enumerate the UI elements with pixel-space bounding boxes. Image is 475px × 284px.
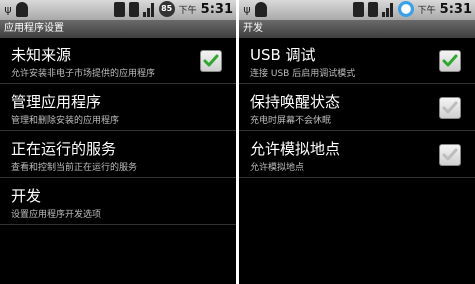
setting-title: 正在运行的服务	[11, 140, 117, 158]
setting-title: USB 调试	[250, 46, 316, 64]
status-ampm: 下午	[417, 5, 436, 16]
setting-stay-awake[interactable]: 保持唤醒状态 充电时屏幕不会休眠	[239, 85, 475, 131]
left-screen: ψ 85 下午 5:31 应用程序设置 未知来源 允许安装非电子市场提供的应用程…	[0, 0, 236, 284]
phone-icon	[367, 1, 378, 17]
battery-charging-icon	[397, 1, 414, 17]
status-bar: ψ 85 下午 5:31	[0, 0, 236, 20]
phone-icon	[128, 1, 139, 17]
android-debug-icon	[16, 2, 28, 17]
mock-locations-checkbox[interactable]	[439, 144, 461, 166]
screen-title: 开发	[239, 20, 475, 38]
setting-running-services[interactable]: 正在运行的服务 查看和控制当前正在运行的服务	[0, 132, 236, 178]
setting-title: 开发	[11, 187, 42, 205]
right-screen: ψ 下午 5:31 开发 USB 调试 连接 USB 后启用调试模式 保持唤醒状…	[239, 0, 475, 284]
setting-mock-locations[interactable]: 允许模拟地点 允许模拟地点	[239, 132, 475, 178]
status-ampm: 下午	[178, 5, 197, 16]
setting-summary: 设置应用程序开发选项	[11, 210, 102, 220]
checkmark-icon	[442, 101, 458, 114]
status-time: 5:31	[439, 1, 472, 17]
unknown-sources-checkbox[interactable]	[200, 50, 222, 72]
stay-awake-checkbox[interactable]	[439, 97, 461, 119]
signal-icon	[381, 2, 394, 17]
battery-icon: 85	[158, 1, 175, 17]
setting-summary: 允许模拟地点	[250, 163, 305, 173]
status-time: 5:31	[200, 1, 233, 17]
setting-summary: 连接 USB 后启用调试模式	[250, 69, 356, 79]
checkmark-icon	[442, 148, 458, 161]
setting-summary: 管理和删除安装的应用程序	[11, 116, 120, 126]
setting-summary: 充电时屏幕不会休眠	[250, 116, 332, 126]
setting-manage-apps[interactable]: 管理应用程序 管理和删除安装的应用程序	[0, 85, 236, 131]
setting-title: 未知来源	[11, 46, 72, 64]
setting-title: 允许模拟地点	[250, 140, 341, 158]
usb-icon: ψ	[243, 3, 251, 16]
usb-icon: ψ	[4, 3, 12, 16]
screen-title: 应用程序设置	[0, 20, 236, 38]
status-bar: ψ 下午 5:31	[239, 0, 475, 20]
setting-title: 管理应用程序	[11, 93, 102, 111]
android-debug-icon	[255, 2, 267, 17]
usb-debugging-checkbox[interactable]	[439, 50, 461, 72]
setting-summary: 允许安装非电子市场提供的应用程序	[11, 69, 156, 79]
checkmark-icon	[203, 54, 219, 67]
setting-usb-debugging[interactable]: USB 调试 连接 USB 后启用调试模式	[239, 38, 475, 84]
setting-summary: 查看和控制当前正在运行的服务	[11, 163, 138, 173]
setting-title: 保持唤醒状态	[250, 93, 341, 111]
checkmark-icon	[442, 54, 458, 67]
setting-unknown-sources[interactable]: 未知来源 允许安装非电子市场提供的应用程序	[0, 38, 236, 84]
sd-card-icon	[113, 1, 125, 17]
signal-icon	[142, 2, 155, 17]
setting-development[interactable]: 开发 设置应用程序开发选项	[0, 179, 236, 225]
sd-card-icon	[352, 1, 364, 17]
